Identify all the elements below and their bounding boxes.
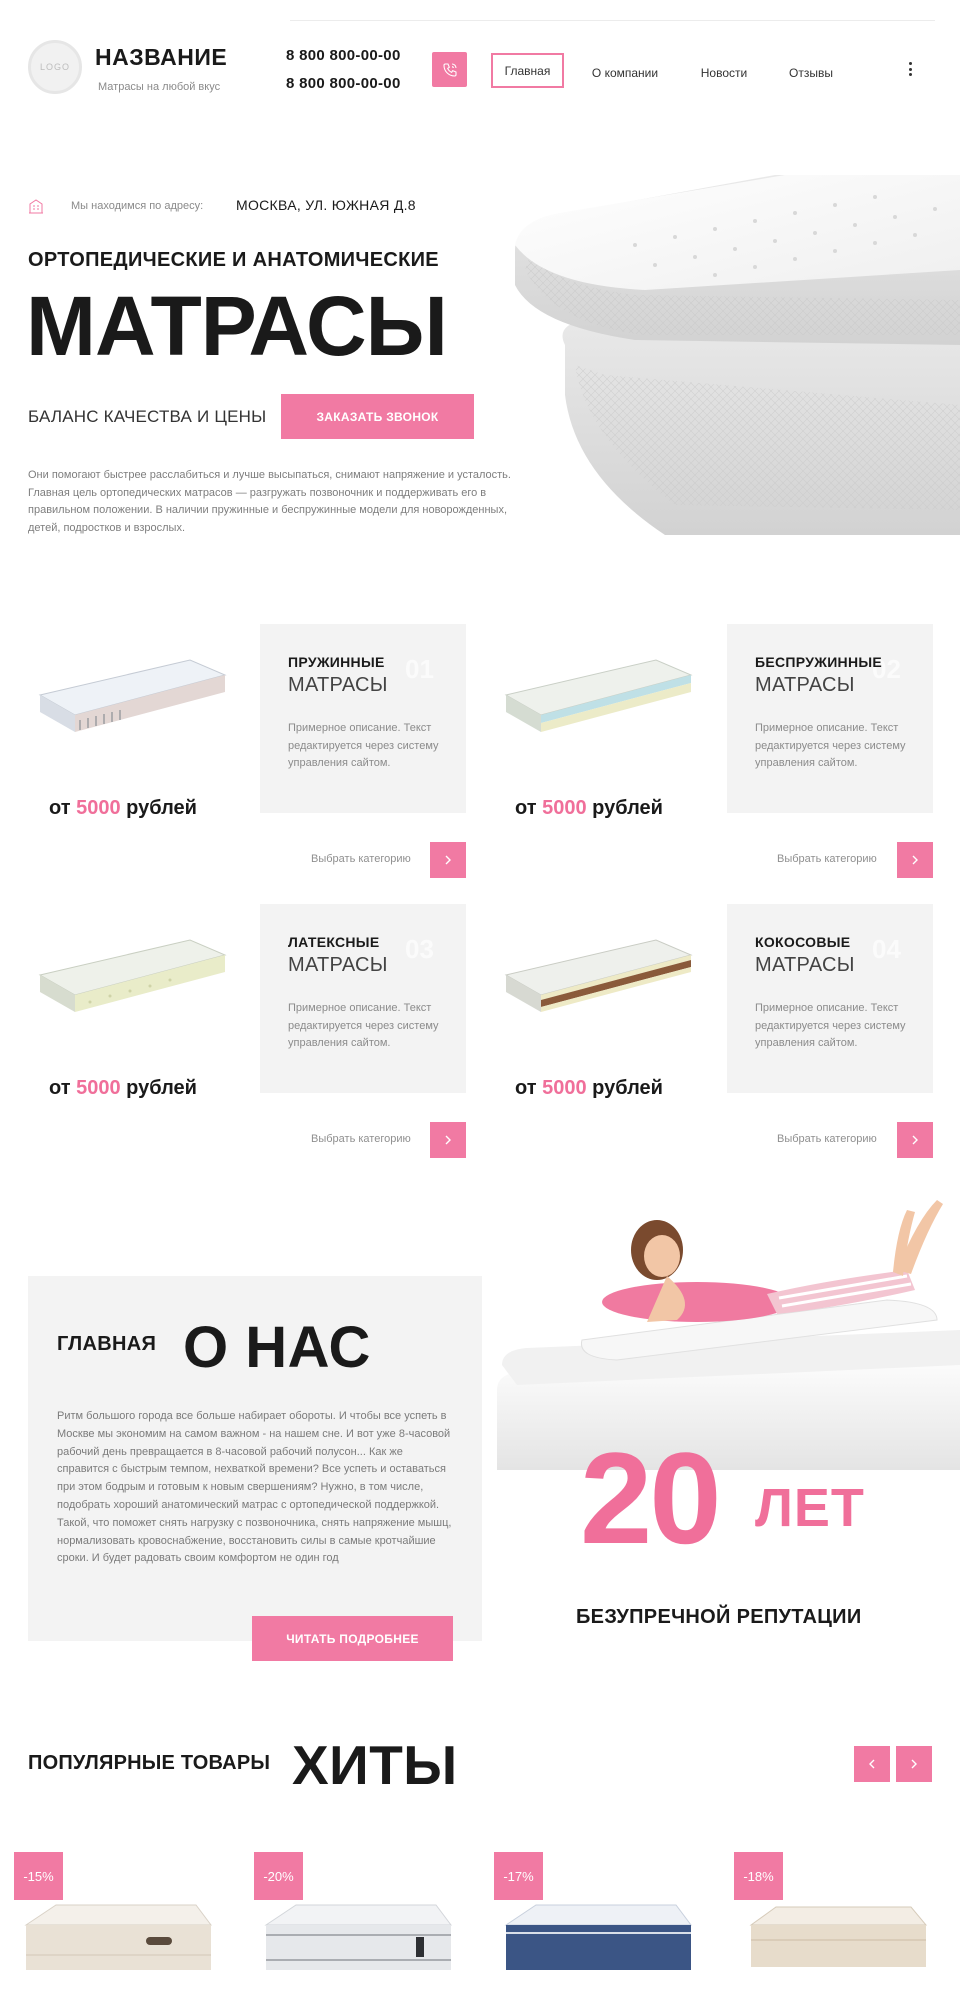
select-category-link[interactable]: Выбрать категорию [311,853,411,865]
building-icon [29,199,43,214]
category-number: 01 [405,654,434,684]
category-description: Примерное описание. Текст редактируется … [755,1002,906,1049]
chevron-left-icon [869,1759,875,1769]
product-image[interactable] [256,1885,456,2000]
price-value: 5000 [542,1077,587,1099]
select-category-button[interactable] [897,1122,933,1158]
read-more-button[interactable]: ЧИТАТЬ ПОДРОБНЕЕ [252,1616,453,1661]
call-button[interactable] [432,52,467,87]
price-value: 5000 [76,797,121,819]
price-value: 5000 [542,797,587,819]
spring-mattress-image [38,659,227,732]
category-title: ПРУЖИННЫЕ [288,654,385,670]
price-suffix: рублей [592,797,663,819]
hero-title: МАТРАСЫ [26,279,448,373]
category-number: 03 [405,934,434,964]
mattress-hero-image [515,175,960,535]
category-card-springless[interactable]: 02 БЕСПРУЖИННЫЕ МАТРАСЫ Примерное описан… [727,624,933,813]
carousel-next-button[interactable] [896,1746,932,1782]
category-subtitle: МАТРАСЫ [288,954,388,976]
product-image[interactable] [496,1885,696,2000]
nav-main[interactable]: Главная [491,53,564,88]
category-price: от 5000 рублей [515,797,663,820]
hero-subtitle: ОРТОПЕДИЧЕСКИЕ И АНАТОМИЧЕСКИЕ [28,249,439,271]
hits-title: ХИТЫ [292,1734,458,1796]
brand-tagline: Матрасы на любой вкус [98,81,221,93]
price-prefix: от [515,1077,537,1099]
about-title: О НАС [183,1315,371,1380]
carousel-prev-button[interactable] [854,1746,890,1782]
address-label: Мы находимся по адресу: [71,200,204,212]
address-value: МОСКВА, УЛ. ЮЖНАЯ Д.8 [236,197,416,213]
price-prefix: от [49,797,71,819]
years-number: 20 [580,1425,722,1571]
logo[interactable]: LOGO [28,40,82,94]
category-number: 04 [872,934,901,964]
price-suffix: рублей [592,1077,663,1099]
chevron-right-icon [911,1759,917,1769]
price-prefix: от [49,1077,71,1099]
category-card-spring[interactable]: 01 ПРУЖИННЫЕ МАТРАСЫ Примерное описание.… [260,624,466,813]
hero-description: Они помогают быстрее расслабиться и лучш… [28,469,511,534]
hero-tagline: БАЛАНС КАЧЕСТВА И ЦЕНЫ [28,407,267,426]
price-value: 5000 [76,1077,121,1099]
chevron-right-icon [912,1135,918,1145]
about-text: Ритм большого города все больше набирает… [57,1410,452,1565]
product-image[interactable] [736,1885,936,2000]
woman-on-mattress-image [497,1200,960,1470]
about-label: ГЛАВНАЯ [57,1333,157,1355]
category-title: КОКОСОВЫЕ [755,934,851,950]
category-price: от 5000 рублей [515,1077,663,1100]
select-category-button[interactable] [430,842,466,878]
nav-about[interactable]: О компании [588,57,662,89]
phone-number-1[interactable]: 8 800 800-00-00 [286,47,401,64]
category-description: Примерное описание. Текст редактируется … [288,1002,439,1049]
select-category-button[interactable] [430,1122,466,1158]
nav-reviews[interactable]: Отзывы [786,57,836,89]
price-suffix: рублей [126,797,197,819]
category-title: ЛАТЕКСНЫЕ [288,934,380,950]
header-divider [290,20,935,21]
chevron-right-icon [445,855,451,865]
chevron-right-icon [912,855,918,865]
select-category-link[interactable]: Выбрать категорию [777,1133,877,1145]
category-subtitle: МАТРАСЫ [755,954,855,976]
springless-mattress-image [504,659,693,732]
price-prefix: от [515,797,537,819]
price-suffix: рублей [126,1077,197,1099]
order-call-button[interactable]: ЗАКАЗАТЬ ЗВОНОК [281,394,474,439]
hits-subtitle: ПОПУЛЯРНЫЕ ТОВАРЫ [28,1752,271,1774]
category-price: от 5000 рублей [49,1077,197,1100]
phone-number-2[interactable]: 8 800 800-00-00 [286,75,401,92]
category-subtitle: МАТРАСЫ [288,674,388,696]
chevron-right-icon [445,1135,451,1145]
select-category-link[interactable]: Выбрать категорию [777,853,877,865]
logo-text: LOGO [39,62,70,72]
vertical-dots-icon[interactable] [906,62,914,76]
nav-news[interactable]: Новости [695,57,753,89]
category-description: Примерное описание. Текст редактируется … [755,722,906,769]
phone-icon [442,62,457,77]
latex-mattress-image [38,939,227,1012]
category-card-latex[interactable]: 03 ЛАТЕКСНЫЕ МАТРАСЫ Примерное описание.… [260,904,466,1093]
years-word: ЛЕТ [755,1478,865,1538]
category-price: от 5000 рублей [49,797,197,820]
category-description: Примерное описание. Текст редактируется … [288,722,439,769]
select-category-button[interactable] [897,842,933,878]
reputation-label: БЕЗУПРЕЧНОЙ РЕПУТАЦИИ [576,1606,862,1628]
product-image[interactable] [16,1885,216,2000]
coconut-mattress-image [504,939,693,1012]
select-category-link[interactable]: Выбрать категорию [311,1133,411,1145]
category-title: БЕСПРУЖИННЫЕ [755,654,883,670]
category-card-coconut[interactable]: 04 КОКОСОВЫЕ МАТРАСЫ Примерное описание.… [727,904,933,1093]
brand-name: НАЗВАНИЕ [95,44,228,70]
category-subtitle: МАТРАСЫ [755,674,855,696]
